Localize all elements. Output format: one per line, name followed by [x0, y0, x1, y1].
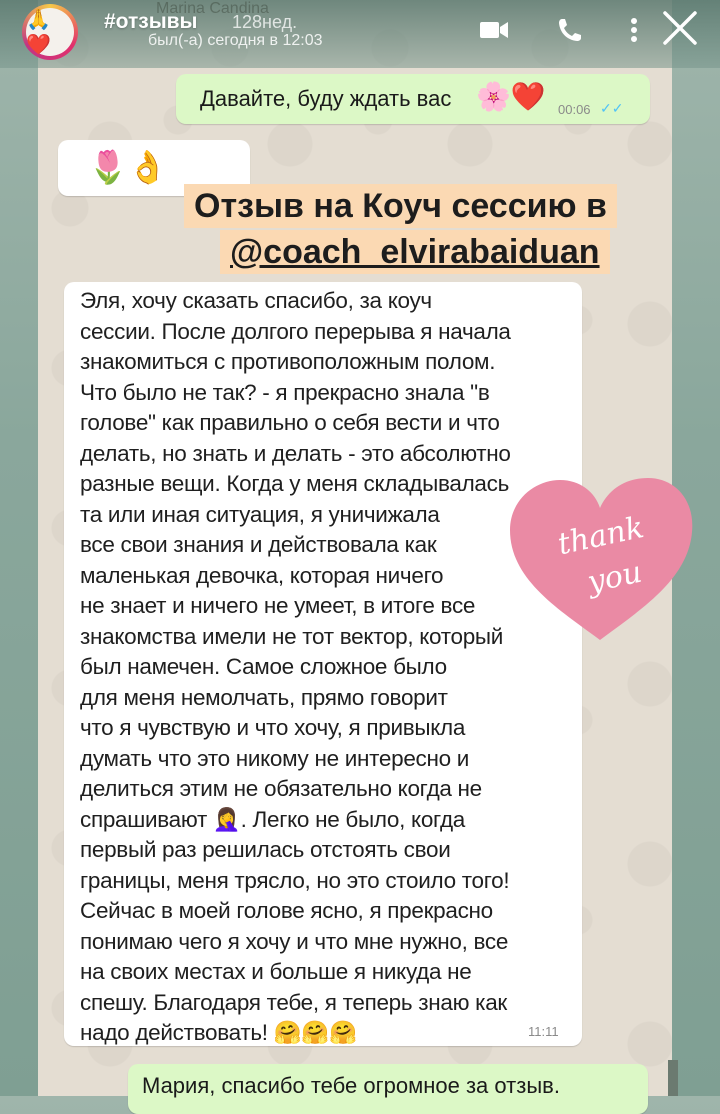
overlay-account-mention[interactable]: @coach_elvirabaiduan: [220, 230, 610, 274]
close-icon[interactable]: [658, 6, 702, 50]
story-avatar[interactable]: 🙏❤️: [22, 4, 78, 60]
testimonial-line: первый раз решилась отстоять свои: [80, 837, 451, 862]
phone-call-icon[interactable]: [548, 8, 592, 52]
chat-last-seen: был(-а) сегодня в 12:03: [148, 32, 323, 49]
story-age: 128нед.: [232, 12, 298, 32]
thank-you-heart-sticker: thank you: [510, 478, 693, 640]
testimonial-line: делиться этим не обязательно когда не: [80, 776, 482, 801]
testimonial-line: Сейчас в моей голове ясно, я прекрасно: [80, 898, 493, 923]
message-outgoing[interactable]: Давайте, буду ждать вас 🌸❤️ 00:06 ✓✓: [176, 74, 650, 124]
testimonial-line: знакомиться с противоположным полом.: [80, 349, 496, 374]
testimonial-line: Эля, хочу сказать спасибо, за коуч: [80, 288, 432, 313]
message-text: Давайте, буду ждать вас: [200, 86, 452, 111]
scrollbar[interactable]: [668, 1060, 678, 1096]
message-time: 11:11: [528, 1024, 559, 1039]
testimonial-text: Эля, хочу сказать спасибо, за коуч сесси…: [80, 286, 580, 1049]
story-header: 🙏❤️ Marina Candina #отзывы 128нед. был(-…: [0, 0, 720, 68]
testimonial-line: сессии. После долгого перерыва я начала: [80, 318, 511, 344]
video-call-icon[interactable]: [472, 8, 516, 52]
testimonial-line: был намечен. Самое сложное было: [80, 654, 447, 679]
testimonial-line: спешу. Благодаря тебе, я теперь знаю как: [80, 989, 507, 1015]
overlay-title-line1: Отзыв на Коуч сессию в: [184, 184, 617, 228]
testimonial-line: делать, но знать и делать - это абсолютн…: [80, 440, 511, 466]
testimonial-line: что я чувствую и что хочу, я привыкла: [80, 715, 466, 740]
tulip-ok-emoji: 🌷👌: [88, 149, 168, 185]
testimonial-line: границы, меня трясло, но это стоило того…: [80, 867, 510, 893]
more-options-icon[interactable]: [612, 8, 656, 52]
testimonial-line: на своих местах и больше я никуда не: [80, 959, 472, 984]
testimonial-line: Что было не так? - я прекрасно знала "в: [80, 379, 490, 405]
testimonial-line: для меня немолчать, прямо говорит: [80, 684, 448, 710]
story-title: #отзывы: [104, 10, 198, 33]
testimonial-line: понимаю чего я хочу и что мне нужно, все: [80, 928, 509, 954]
message-time: 00:06: [558, 102, 591, 117]
testimonial-line: спрашивают 🤦‍♀️. Легко не было, когда: [80, 806, 465, 832]
avatar-emoji: 🙏❤️: [26, 8, 74, 56]
testimonial-line: надо действовать! 🤗🤗🤗: [80, 1020, 357, 1045]
testimonial-line: голове" как правильно о себя вести и что: [80, 410, 500, 435]
read-checkmarks-icon: ✓✓: [600, 100, 624, 116]
testimonial-line: думать что это никому не интересно и: [80, 745, 470, 771]
flower-heart-emoji: 🌸❤️: [476, 81, 546, 112]
message-outgoing[interactable]: Мария, спасибо тебе огромное за отзыв.: [128, 1064, 648, 1114]
